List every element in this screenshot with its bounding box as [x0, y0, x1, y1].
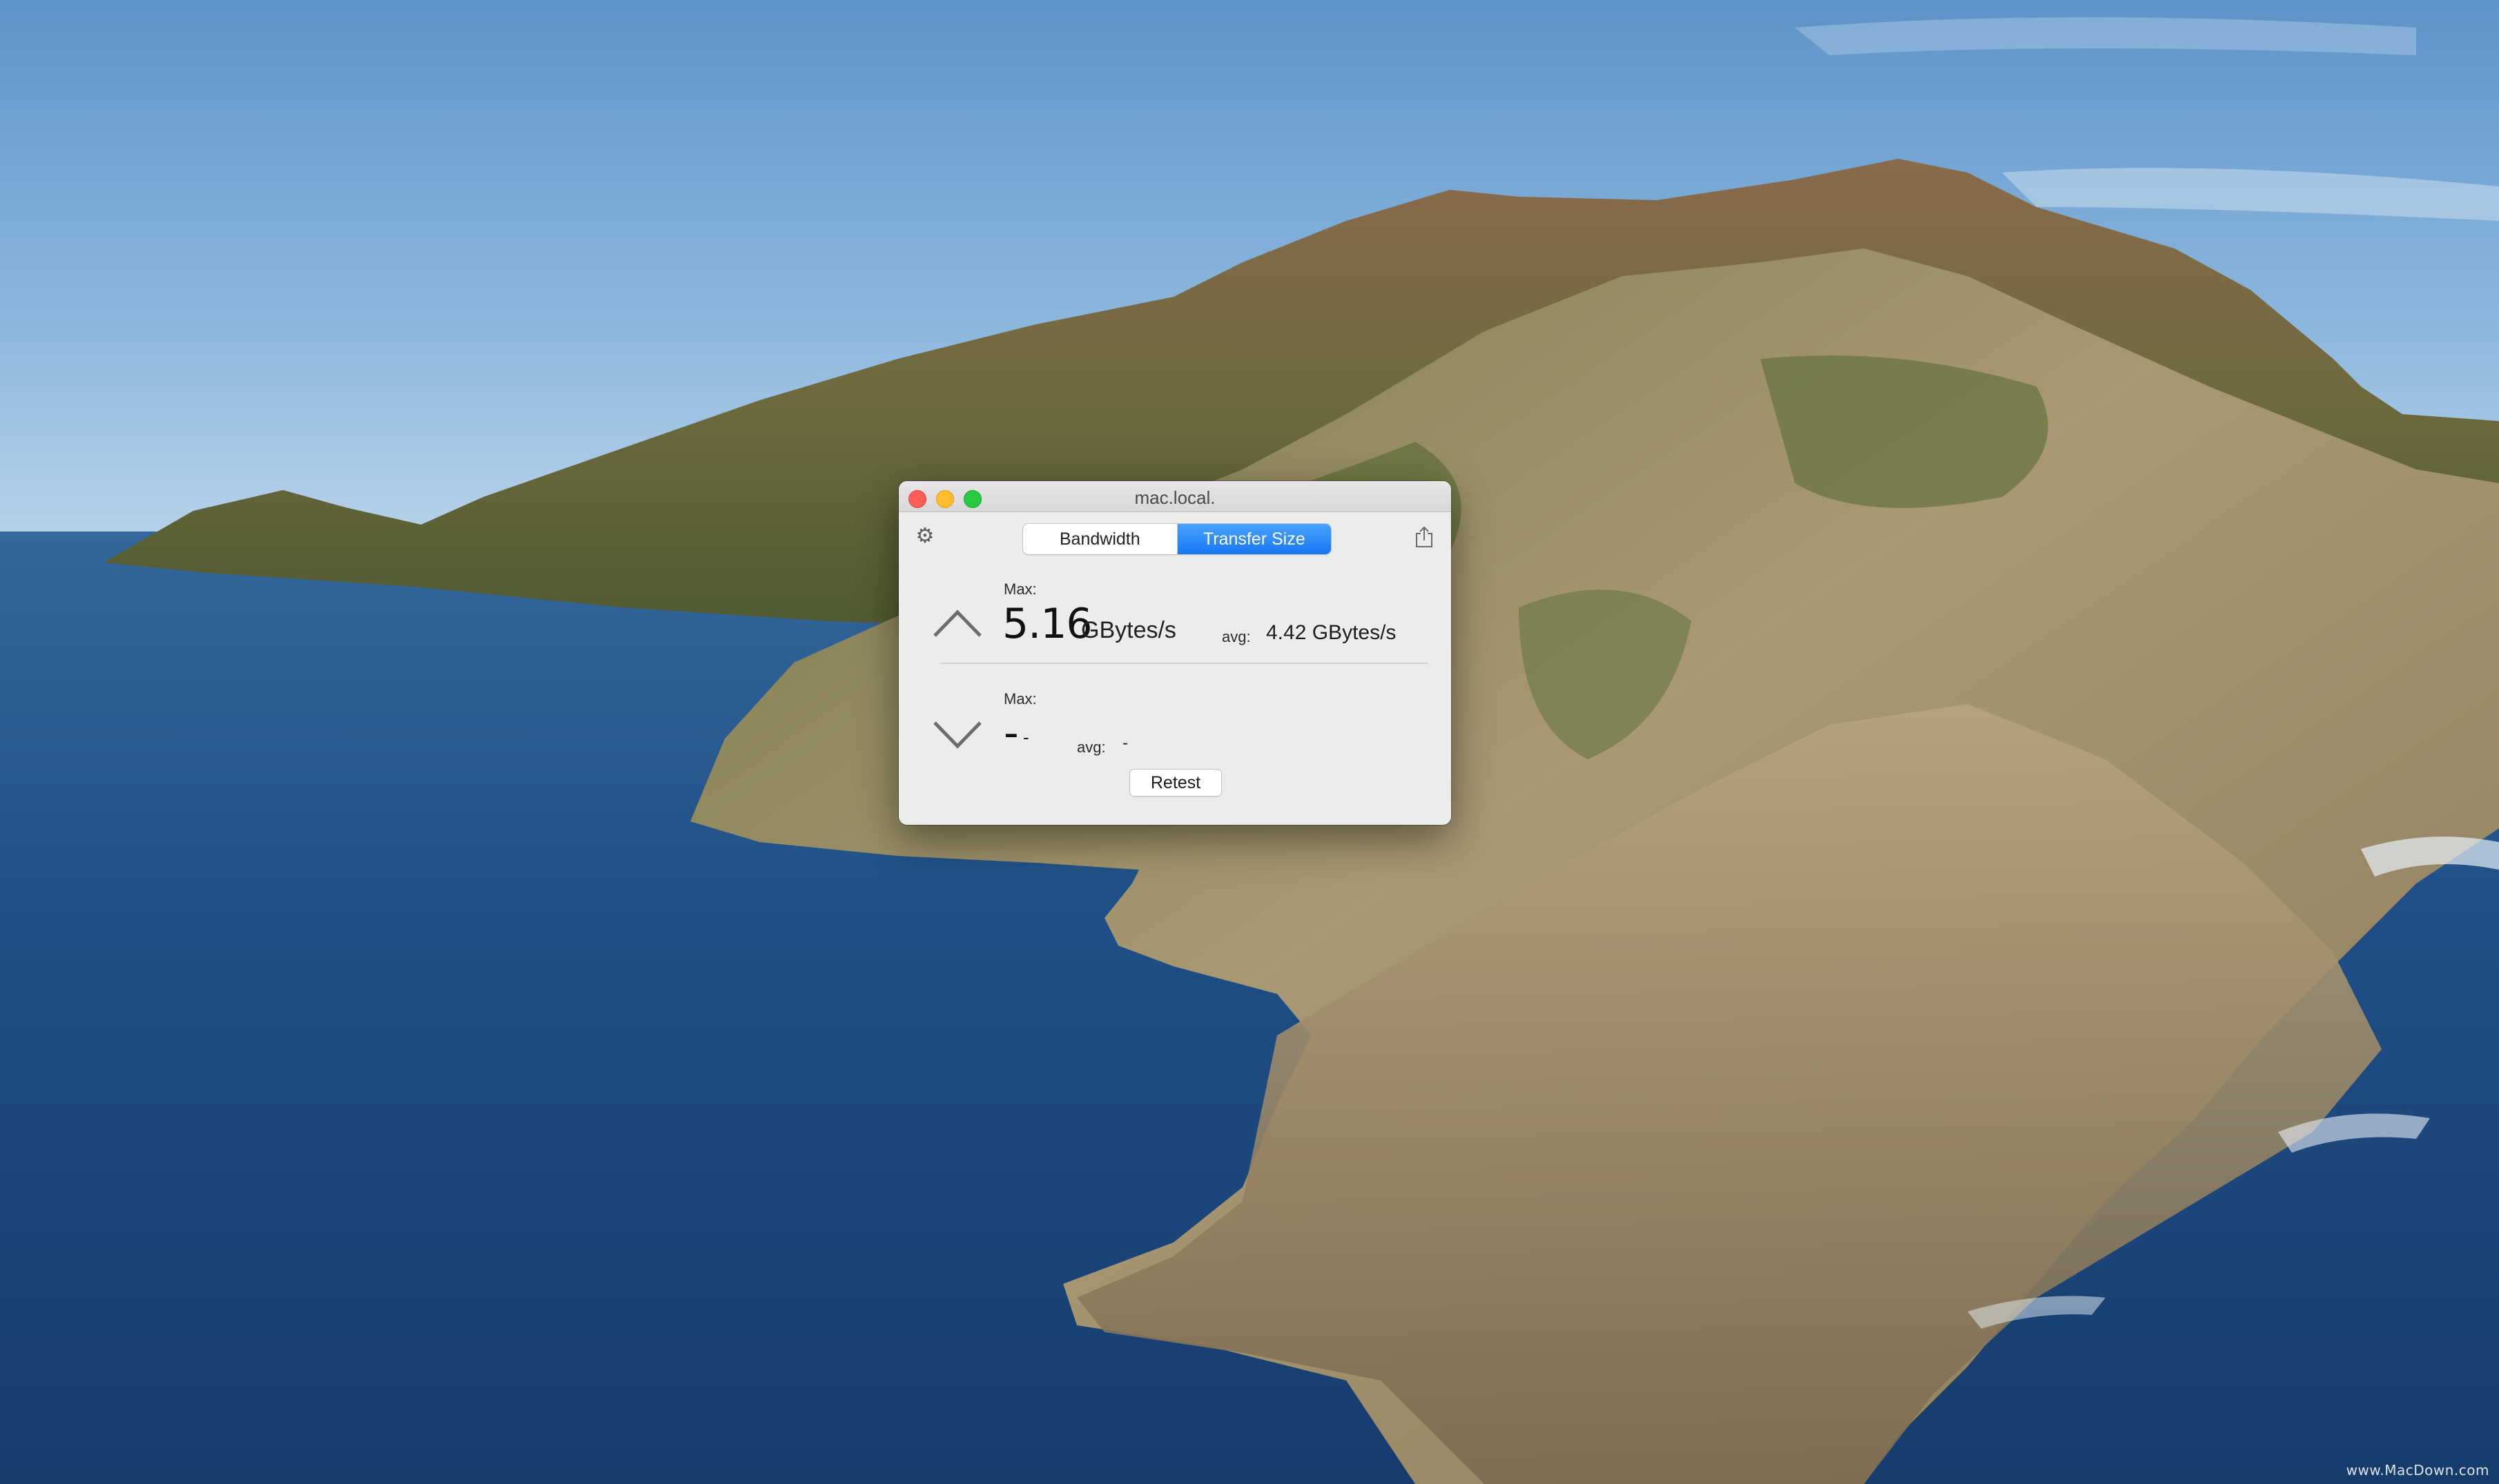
- retest-button[interactable]: Retest: [1130, 770, 1221, 796]
- upload-unit: GBytes/s: [1081, 617, 1176, 643]
- watermark-text: www.MacDown.com: [2346, 1462, 2489, 1478]
- chevron-up-icon: [933, 609, 982, 637]
- segment-bandwidth[interactable]: Bandwidth: [1023, 524, 1177, 554]
- upload-avg-label: avg:: [1222, 628, 1251, 645]
- title-bar[interactable]: mac.local.: [899, 481, 1451, 512]
- stats-divider: [940, 663, 1428, 664]
- chevron-down-icon: [933, 721, 982, 749]
- download-unit: -: [1023, 727, 1029, 748]
- upload-max-label: Max:: [1004, 580, 1037, 598]
- window-title: mac.local.: [1134, 487, 1216, 508]
- upload-avg-value: 4.42 GBytes/s: [1266, 621, 1397, 644]
- download-avg-value: -: [1122, 734, 1128, 752]
- download-max-value: -: [1004, 709, 1019, 757]
- download-max-label: Max:: [1004, 690, 1037, 707]
- mode-segmented-control[interactable]: Bandwidth Transfer Size: [1023, 524, 1331, 554]
- upload-max-value: 5.16: [1002, 600, 1093, 648]
- gear-icon[interactable]: ⚙: [914, 525, 936, 547]
- download-avg-label: avg:: [1077, 739, 1106, 756]
- segment-transfer-size[interactable]: Transfer Size: [1176, 524, 1331, 554]
- app-window: mac.local. ⚙ Bandwidth Transfer Size Max…: [899, 481, 1451, 825]
- share-icon[interactable]: [1414, 525, 1435, 549]
